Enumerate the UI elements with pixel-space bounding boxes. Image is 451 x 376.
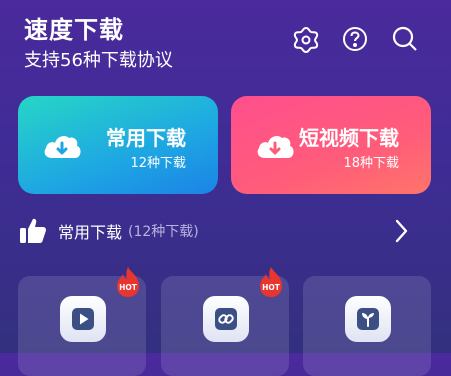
settings-flower-icon[interactable] — [289, 22, 323, 56]
section-count: (12种下载) — [128, 224, 199, 240]
tile-icon-box — [203, 296, 249, 342]
hot-badge: HOT — [260, 267, 282, 297]
hot-label: HOT — [262, 283, 281, 292]
play-icon — [72, 308, 94, 330]
card-subtitle: 18种下载 — [343, 156, 399, 171]
search-icon[interactable] — [388, 22, 422, 56]
short-video-download-card[interactable]: 短视频下载 18种下载 — [231, 96, 431, 194]
common-download-card[interactable]: 常用下载 12种下载 — [18, 96, 218, 194]
app-title: 速度下载 — [24, 16, 124, 44]
thumbs-up-icon — [20, 218, 46, 243]
card-title: 短视频下载 — [299, 126, 399, 150]
tile-icon-box — [345, 296, 391, 342]
chevron-right-icon[interactable] — [389, 218, 413, 244]
tile-sprout[interactable] — [303, 276, 431, 376]
tile-icon-box — [60, 296, 106, 342]
card-title: 常用下载 — [106, 126, 186, 150]
section-title: 常用下载 — [58, 223, 123, 242]
hot-badge: HOT — [117, 267, 139, 297]
sprout-icon — [357, 308, 379, 330]
card-subtitle: 12种下载 — [130, 156, 186, 171]
cloud-download-icon — [257, 135, 294, 158]
common-download-section-header[interactable]: 常用下载 (12种下载) — [18, 214, 433, 248]
app-subtitle: 支持56种下载协议 — [24, 50, 173, 71]
tile-video[interactable]: HOT — [18, 267, 146, 376]
cloud-download-icon — [44, 135, 81, 158]
tile-link[interactable]: HOT — [161, 267, 289, 376]
link-icon — [215, 308, 237, 330]
hot-label: HOT — [119, 283, 138, 292]
help-icon[interactable] — [338, 22, 372, 56]
